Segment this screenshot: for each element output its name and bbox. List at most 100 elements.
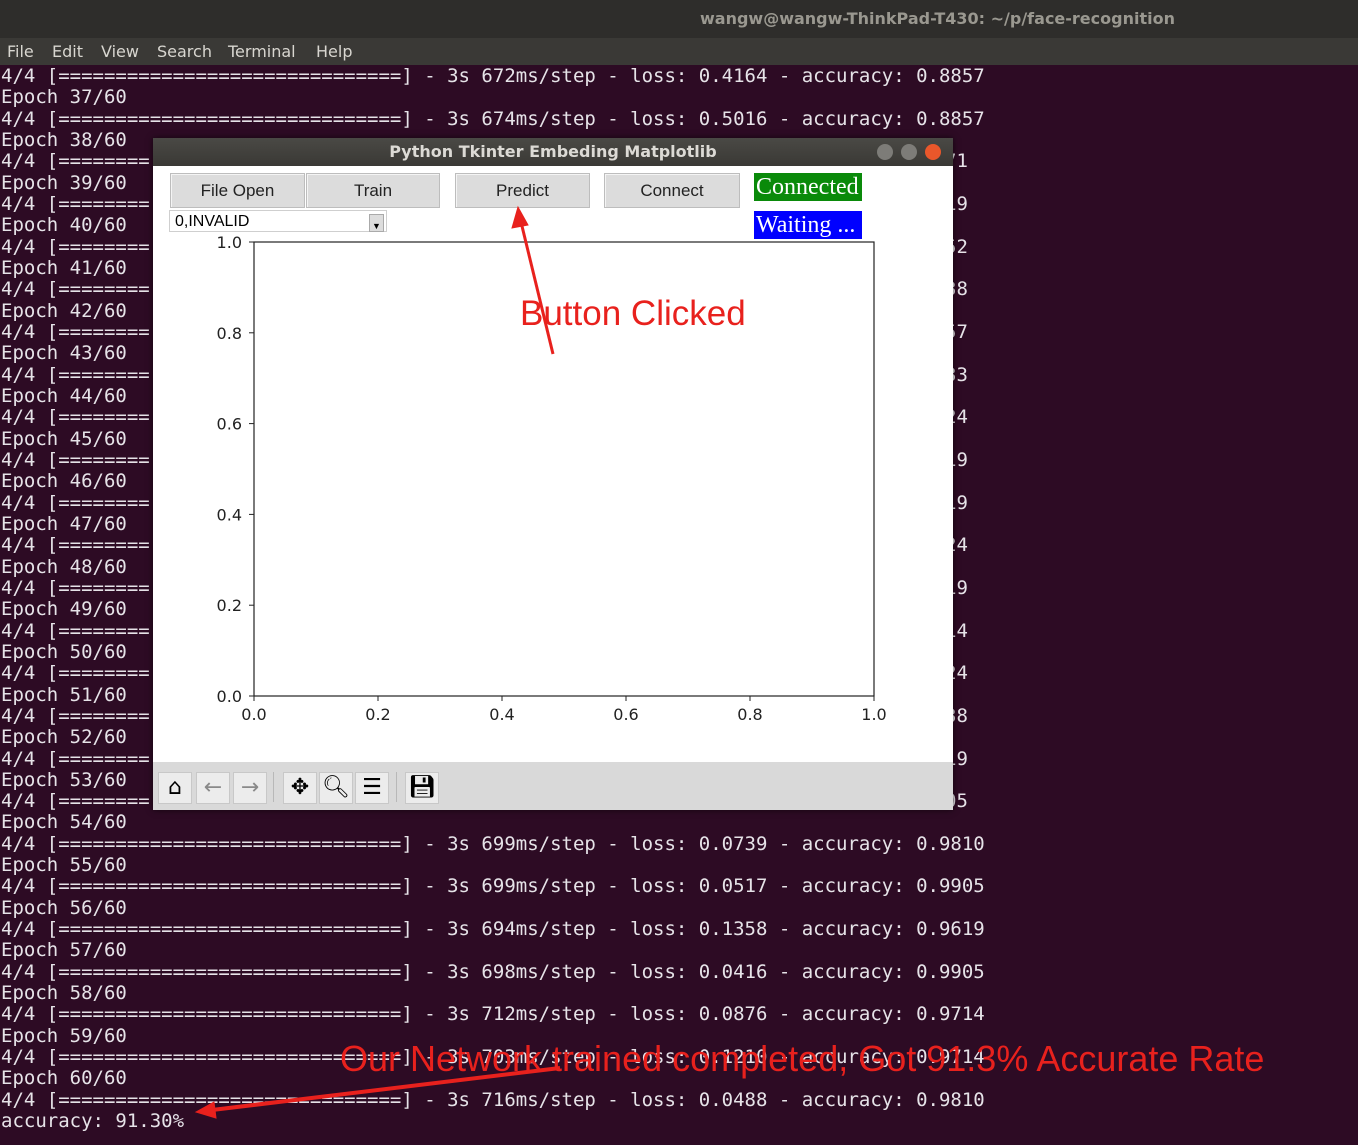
y-tick-label: 0.4 xyxy=(217,505,242,524)
minimize-button[interactable] xyxy=(877,144,893,160)
y-tick-label: 0.0 xyxy=(217,687,242,706)
x-tick-label: 0.0 xyxy=(241,705,266,724)
terminal-title: wangw@wangw-ThinkPad-T430: ~/p/face-reco… xyxy=(700,9,1175,28)
terminal-line-text: Epoch 53/60 xyxy=(1,768,127,791)
terminal-line: Epoch 58/60 xyxy=(1,982,985,1005)
home-icon[interactable]: ⌂ xyxy=(158,772,192,804)
terminal-line-text: Epoch 58/60 xyxy=(1,982,127,1005)
terminal-line: 4/4 [==============================] - 3… xyxy=(1,960,985,983)
terminal-line: 4/4 [==============================] - 3… xyxy=(1,65,985,87)
terminal-line: Epoch 54/60 xyxy=(1,812,985,833)
terminal-line-text: 4/4 [======== xyxy=(1,363,150,386)
terminal-line-text: 4/4 [======== xyxy=(1,790,150,813)
terminal-line-text: Epoch 52/60 xyxy=(1,726,127,749)
y-tick-label: 0.8 xyxy=(217,324,242,343)
matplotlib-toolbar: ⌂ ← → ✥ 🔍︎ ☰ 💾︎ xyxy=(153,762,953,810)
pan-icon[interactable]: ✥ xyxy=(283,772,317,804)
window-title: Python Tkinter Embeding Matplotlib xyxy=(389,142,717,161)
connected-status-label: Connected xyxy=(754,173,862,201)
terminal-line-text: 4/4 [======== xyxy=(1,278,150,301)
terminal-line-text: accuracy: 91.30% xyxy=(1,1110,185,1133)
connect-button[interactable]: Connect xyxy=(604,173,740,208)
x-tick-label: 0.6 xyxy=(613,705,638,724)
forward-icon[interactable]: → xyxy=(233,772,267,804)
terminal-line-text: 4/4 [======== xyxy=(1,704,150,727)
train-button[interactable]: Train xyxy=(306,173,440,208)
menu-view[interactable]: View xyxy=(101,42,139,61)
terminal-line-text: Epoch 38/60 xyxy=(1,128,127,151)
y-tick-label: 0.6 xyxy=(217,415,242,434)
x-tick-label: 1.0 xyxy=(861,705,886,724)
combobox-value: 0,INVALID xyxy=(175,213,250,230)
terminal-line-text: Epoch 43/60 xyxy=(1,342,127,365)
terminal-line-text: Epoch 60/60 xyxy=(1,1067,127,1090)
back-icon[interactable]: ← xyxy=(196,772,230,804)
zoom-icon[interactable]: 🔍︎ xyxy=(319,772,353,804)
class-combobox[interactable]: 0,INVALID ▼ xyxy=(169,210,387,232)
configure-icon[interactable]: ☰ xyxy=(355,772,389,804)
terminal-line-text: 4/4 [======== xyxy=(1,619,150,642)
terminal-line-text: 4/4 [======== xyxy=(1,192,150,215)
x-tick-label: 0.2 xyxy=(365,705,390,724)
terminal-line-text: Epoch 51/60 xyxy=(1,683,127,706)
terminal-line-text: 4/4 [======== xyxy=(1,747,150,770)
chevron-down-icon[interactable]: ▼ xyxy=(369,214,384,232)
terminal-line-text: 4/4 [======== xyxy=(1,150,150,173)
menu-file[interactable]: File xyxy=(7,42,34,61)
terminal-line-text: 4/4 [======== xyxy=(1,576,150,599)
terminal-line: 4/4 [==============================] - 3… xyxy=(1,918,985,941)
terminal-line-text: 4/4 [======== xyxy=(1,491,150,514)
terminal-line-text: 4/4 [==============================] - 3… xyxy=(1,832,985,855)
menu-terminal[interactable]: Terminal xyxy=(228,42,296,61)
terminal-line-text: Epoch 54/60 xyxy=(1,811,127,834)
terminal-line: Epoch 55/60 xyxy=(1,854,985,877)
x-tick-label: 0.4 xyxy=(489,705,514,724)
close-button[interactable] xyxy=(925,144,941,160)
terminal-line-text: Epoch 46/60 xyxy=(1,470,127,493)
terminal-line-text: 4/4 [==============================] - 3… xyxy=(1,107,985,130)
result-annotation: Our Network trained completed, Got 91.3%… xyxy=(340,1038,1265,1079)
y-tick-label: 0.2 xyxy=(217,596,242,615)
terminal-line-text: 4/4 [==============================] - 3… xyxy=(1,875,985,898)
predict-button[interactable]: Predict xyxy=(455,173,590,208)
terminal-line-text: Epoch 55/60 xyxy=(1,854,127,877)
window-title-bar[interactable]: Python Tkinter Embeding Matplotlib xyxy=(153,138,953,166)
terminal-line: Epoch 56/60 xyxy=(1,896,985,919)
terminal-line-text: Epoch 39/60 xyxy=(1,171,127,194)
x-tick-label: 0.8 xyxy=(737,705,762,724)
menu-search[interactable]: Search xyxy=(157,42,212,61)
button-clicked-annotation: Button Clicked xyxy=(520,294,746,333)
terminal-line-text: Epoch 49/60 xyxy=(1,598,127,621)
terminal-line-text: 4/4 [==============================] - 3… xyxy=(1,960,985,983)
terminal-line-text: 4/4 [==============================] - 3… xyxy=(1,1088,985,1111)
terminal-line-text: Epoch 57/60 xyxy=(1,939,127,962)
terminal-line: 4/4 [==============================] - 3… xyxy=(1,1004,985,1025)
menu-edit[interactable]: Edit xyxy=(52,42,83,61)
terminal-title-bar: wangw@wangw-ThinkPad-T430: ~/p/face-reco… xyxy=(0,0,1358,38)
toolbar-divider xyxy=(273,772,274,802)
terminal-line-text: Epoch 42/60 xyxy=(1,299,127,322)
terminal-line: 4/4 [==============================] - 3… xyxy=(1,876,985,897)
terminal-line-text: 4/4 [======== xyxy=(1,406,150,429)
terminal-line-text: Epoch 44/60 xyxy=(1,384,127,407)
file-open-button[interactable]: File Open xyxy=(170,173,305,208)
terminal-line-text: 4/4 [======== xyxy=(1,235,150,258)
terminal-line-text: Epoch 37/60 xyxy=(1,86,127,109)
terminal-line: 4/4 [==============================] - 3… xyxy=(1,832,985,855)
terminal-line-text: Epoch 41/60 xyxy=(1,256,127,279)
terminal-line: Epoch 57/60 xyxy=(1,940,985,961)
terminal-line-text: Epoch 56/60 xyxy=(1,896,127,919)
menu-help[interactable]: Help xyxy=(316,42,352,61)
terminal-menu-bar: File Edit View Search Terminal Help xyxy=(0,38,1358,65)
terminal-line-text: 4/4 [==============================] - 3… xyxy=(1,1003,985,1026)
save-icon[interactable]: 💾︎ xyxy=(405,772,439,804)
terminal-line-text: Epoch 48/60 xyxy=(1,555,127,578)
terminal-line-text: 4/4 [==============================] - 3… xyxy=(1,65,985,87)
terminal-line-text: Epoch 59/60 xyxy=(1,1024,127,1047)
terminal-line: accuracy: 91.30% xyxy=(1,1110,985,1133)
maximize-button[interactable] xyxy=(901,144,917,160)
terminal-line-text: Epoch 45/60 xyxy=(1,427,127,450)
terminal-line-text: Epoch 47/60 xyxy=(1,512,127,535)
terminal-line-text: 4/4 [======== xyxy=(1,320,150,343)
terminal-line-text: 4/4 [==============================] - 3… xyxy=(1,918,985,941)
